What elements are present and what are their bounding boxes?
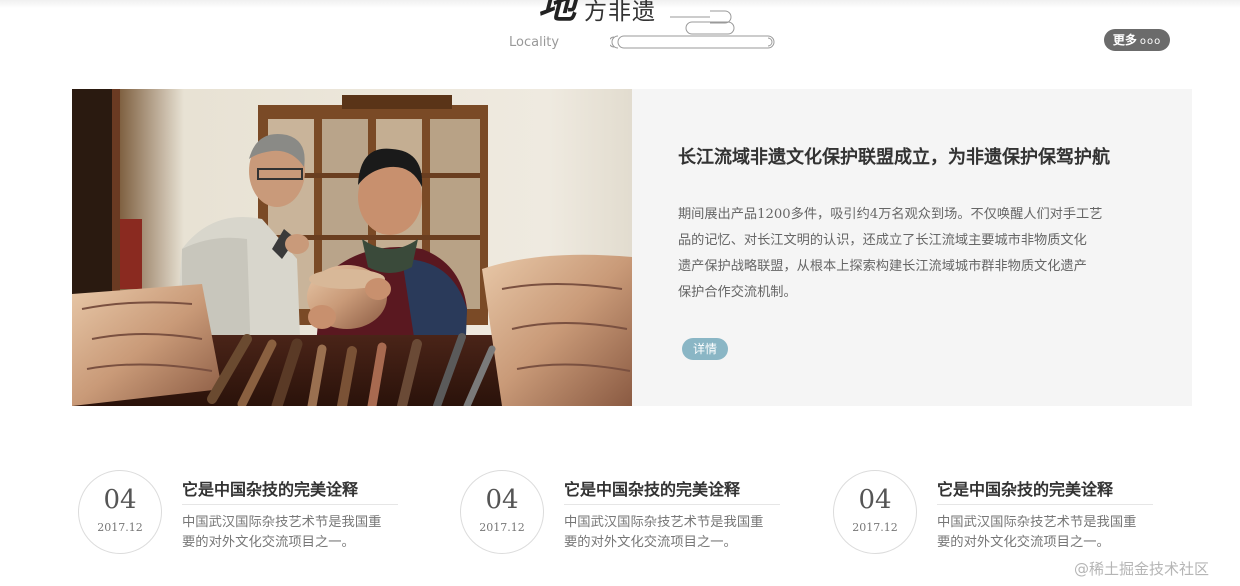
feature-description-line: 期间展出产品1200多件，吸引约4万名观众到场。不仅唤醒人们对手工艺 — [678, 207, 1103, 222]
feature-card: 长江流域非遗文化保护联盟成立，为非遗保护保驾护航 期间展出产品1200多件，吸引… — [72, 89, 1192, 406]
feature-description-line: 品的记忆、对长江文明的认识，还成立了长江流域主要城市非物质文化 — [678, 233, 1087, 248]
news-description-line: 要的对外文化交流项目之一。 — [182, 535, 355, 550]
news-description: 中国武汉国际杂技艺术节是我国重 要的对外文化交流项目之一。 — [564, 513, 804, 553]
more-label: 更多 — [1112, 33, 1137, 47]
date-day: 04 — [858, 485, 892, 515]
feature-photo[interactable] — [72, 89, 632, 406]
date-month-year: 2017.12 — [479, 521, 525, 534]
more-dots: ooo — [1139, 36, 1162, 47]
divider — [564, 504, 780, 505]
news-item[interactable]: 04 2017.12 它是中国杂技的完美诠释 中国武汉国际杂技艺术节是我国重 要… — [833, 470, 1153, 560]
news-title[interactable]: 它是中国杂技的完美诠释 — [564, 476, 780, 500]
news-description-line: 中国武汉国际杂技艺术节是我国重 — [182, 515, 382, 530]
news-title[interactable]: 它是中国杂技的完美诠释 — [182, 476, 398, 500]
date-day: 04 — [485, 485, 519, 515]
feature-description: 期间展出产品1200多件，吸引约4万名观众到场。不仅唤醒人们对手工艺 品的记忆、… — [678, 202, 1158, 306]
news-description-line: 要的对外文化交流项目之一。 — [937, 535, 1110, 550]
feature-description-line: 保护合作交流机制。 — [678, 285, 797, 300]
date-month-year: 2017.12 — [97, 521, 143, 534]
date-badge: 04 2017.12 — [78, 470, 162, 554]
news-description-line: 中国武汉国际杂技艺术节是我国重 — [937, 515, 1137, 530]
divider — [937, 504, 1153, 505]
watermark-text: @稀土掘金技术社区 — [1074, 560, 1210, 578]
section-header: 地 方非遗 Locality 更多 ooo — [0, 0, 1240, 70]
news-description: 中国武汉国际杂技艺术节是我国重 要的对外文化交流项目之一。 — [182, 513, 422, 553]
section-title-initial: 地 — [538, 0, 577, 27]
news-title[interactable]: 它是中国杂技的完美诠释 — [937, 476, 1153, 500]
date-badge: 04 2017.12 — [833, 470, 917, 554]
date-badge: 04 2017.12 — [460, 470, 544, 554]
divider — [182, 504, 398, 505]
section-subtitle-en: Locality — [509, 35, 560, 50]
news-description-line: 中国武汉国际杂技艺术节是我国重 — [564, 515, 764, 530]
feature-title[interactable]: 长江流域非遗文化保护联盟成立，为非遗保护保驾护航 — [678, 143, 1158, 169]
date-day: 04 — [103, 485, 137, 515]
artisans-photo-image — [72, 89, 632, 406]
more-button[interactable]: 更多 ooo — [1104, 29, 1170, 51]
news-description: 中国武汉国际杂技艺术节是我国重 要的对外文化交流项目之一。 — [937, 513, 1177, 553]
feature-description-line: 遗产保护战略联盟，从根本上探索构建长江流域城市群非物质文化遗产 — [678, 259, 1087, 274]
cloud-decoration-icon — [610, 10, 775, 49]
date-month-year: 2017.12 — [852, 521, 898, 534]
news-item[interactable]: 04 2017.12 它是中国杂技的完美诠释 中国武汉国际杂技艺术节是我国重 要… — [460, 470, 780, 560]
news-description-line: 要的对外文化交流项目之一。 — [564, 535, 737, 550]
detail-button[interactable]: 详情 — [682, 338, 728, 360]
news-item[interactable]: 04 2017.12 它是中国杂技的完美诠释 中国武汉国际杂技艺术节是我国重 要… — [78, 470, 398, 560]
